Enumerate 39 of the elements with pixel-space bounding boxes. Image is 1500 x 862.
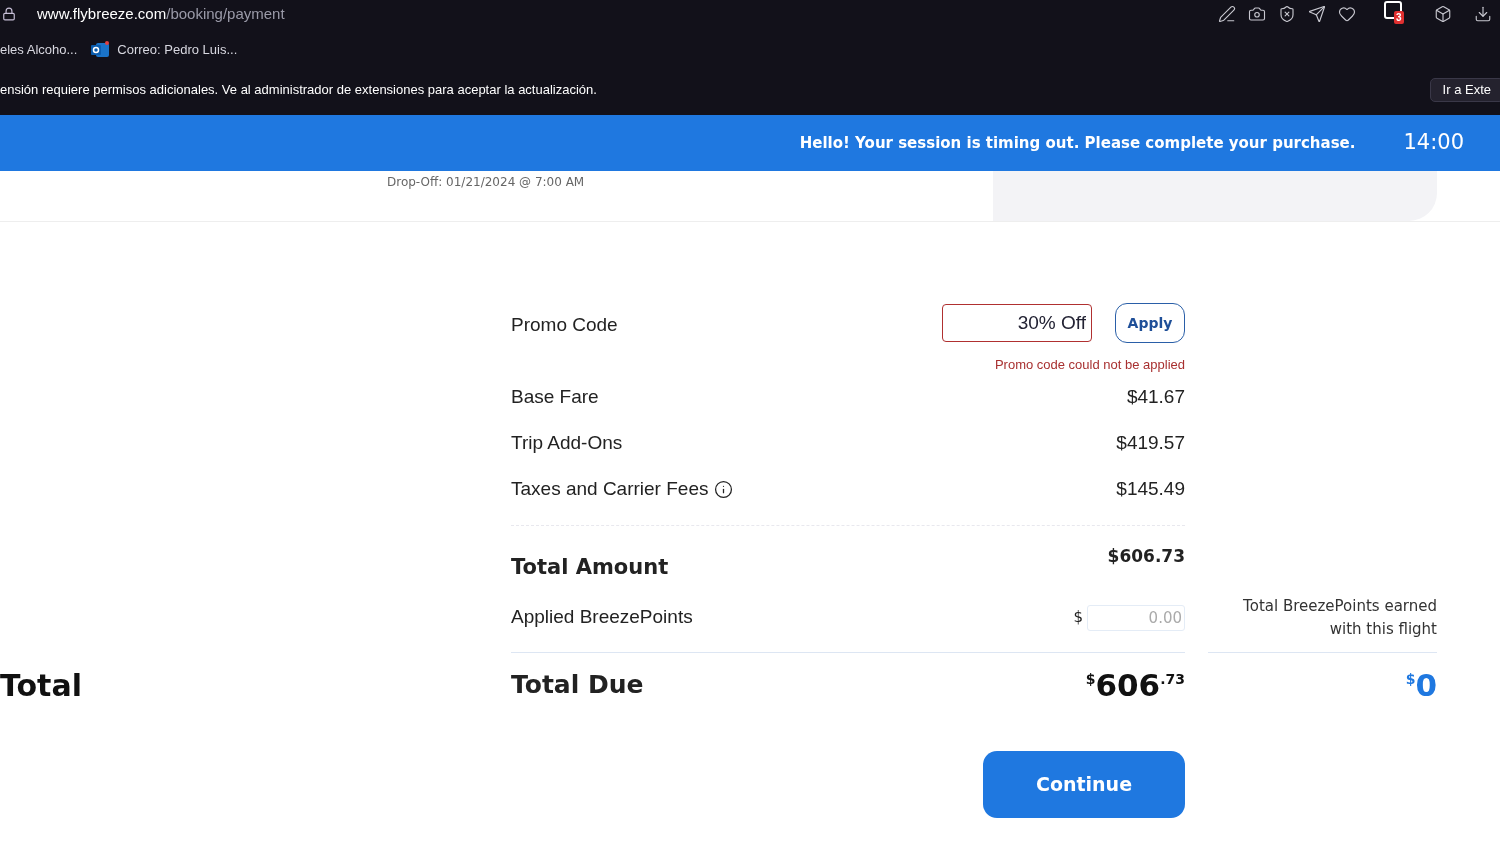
notification-badge: 3 xyxy=(1394,11,1404,24)
shield-icon[interactable] xyxy=(1278,5,1296,23)
session-timer: 14:00 xyxy=(1403,129,1464,157)
edit-icon[interactable] xyxy=(1218,5,1236,23)
mail-app-icon xyxy=(91,41,110,59)
extension-notice: ensión requiere permisos adicionales. Ve al administrador de extensiones para aceptar la actualización. xyxy=(0,81,597,100)
bookmark-link[interactable]: eles Alcoho... xyxy=(0,40,78,60)
breezepoints-label: Applied BreezePoints xyxy=(511,605,693,630)
promo-error: Promo code could not be applied xyxy=(994,356,1185,374)
camera-icon[interactable] xyxy=(1248,5,1266,23)
side-total-heading: Total xyxy=(0,666,82,705)
extensions-button[interactable]: Ir a Exte xyxy=(1429,78,1500,102)
fee-amount: $419.57 xyxy=(1116,431,1185,456)
fee-label: Taxes and Carrier Fees xyxy=(511,477,709,502)
fee-label: Trip Add-Ons xyxy=(511,431,623,456)
apply-button[interactable]: Apply xyxy=(1115,303,1185,343)
breezepoints-field[interactable]: 0.00 xyxy=(1087,604,1185,631)
address-bar-url[interactable]: www.flybreeze.com/booking/payment xyxy=(37,2,285,26)
send-icon[interactable] xyxy=(1308,5,1326,23)
promo-label: Promo Code xyxy=(511,313,618,337)
session-message: Hello! Your session is timing out. Please complete your purchase. xyxy=(799,132,1356,154)
dropoff-time: Drop-Off: 01/21/2024 @ 7:00 AM xyxy=(387,174,585,191)
fee-amount: $41.67 xyxy=(1126,385,1185,410)
continue-button[interactable]: Continue xyxy=(983,751,1185,818)
download-icon[interactable] xyxy=(1474,5,1492,23)
cube-icon[interactable] xyxy=(1434,5,1452,23)
total-amount-value: $606.73 xyxy=(1107,544,1185,568)
fee-amount: $145.49 xyxy=(1116,477,1185,502)
info-icon[interactable] xyxy=(714,480,734,499)
currency-symbol: $ xyxy=(1073,607,1083,629)
total-amount-label: Total Amount xyxy=(511,553,669,581)
promo-code-field[interactable]: 30% Off xyxy=(942,304,1092,342)
total-due-label: Total Due xyxy=(511,669,644,702)
points-earned-label: Total BreezePoints earned with this flight xyxy=(1242,595,1437,640)
lock-icon xyxy=(2,7,16,21)
heart-icon[interactable] xyxy=(1338,5,1356,23)
points-earned-value: $0 xyxy=(1405,667,1437,703)
bookmark-link[interactable]: Correo: Pedro Luis... xyxy=(117,40,238,60)
fee-label: Base Fare xyxy=(511,385,599,410)
